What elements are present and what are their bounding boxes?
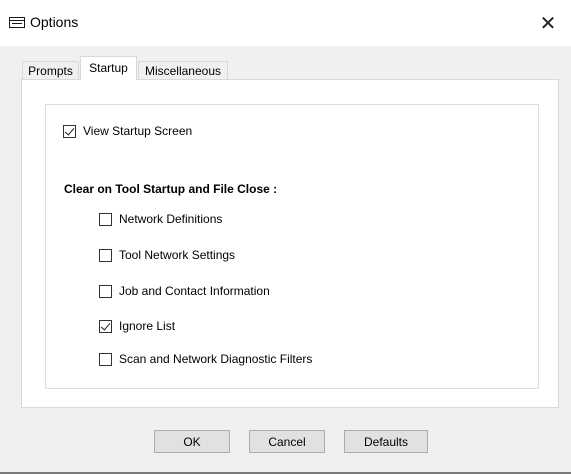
checkbox-box[interactable] — [99, 212, 112, 226]
clear-options-heading: Clear on Tool Startup and File Close : — [64, 182, 278, 196]
button-label: Cancel — [268, 434, 306, 449]
checkbox-box[interactable] — [63, 124, 76, 138]
window-icon — [9, 17, 25, 28]
scan-diagnostic-filters-checkbox[interactable]: Scan and Network Diagnostic Filters — [99, 351, 312, 367]
tab-label: Miscellaneous — [144, 64, 222, 78]
tool-network-settings-checkbox[interactable]: Tool Network Settings — [99, 247, 235, 263]
window-title: Options — [30, 14, 79, 30]
close-icon: ✕ — [539, 12, 557, 35]
tab-miscellaneous[interactable]: Miscellaneous — [138, 61, 228, 79]
checkbox-box[interactable] — [99, 319, 112, 333]
checkbox-box[interactable] — [99, 352, 112, 366]
checkbox-label: Ignore List — [119, 319, 176, 333]
ignore-list-checkbox[interactable]: Ignore List — [99, 318, 175, 334]
tab-prompts[interactable]: Prompts — [22, 61, 79, 79]
close-button[interactable]: ✕ — [525, 0, 571, 46]
network-definitions-checkbox[interactable]: Network Definitions — [99, 211, 222, 227]
job-contact-information-checkbox[interactable]: Job and Contact Information — [99, 283, 270, 299]
checkbox-label: View Startup Screen — [83, 124, 193, 138]
tab-label: Startup — [89, 61, 128, 75]
button-label: Defaults — [363, 434, 409, 449]
startup-tab-panel: View Startup Screen Clear on Tool Startu… — [21, 79, 559, 408]
cancel-button[interactable]: Cancel — [249, 430, 325, 453]
defaults-button[interactable]: Defaults — [344, 430, 428, 453]
checkbox-box[interactable] — [99, 248, 112, 262]
view-startup-screen-checkbox[interactable]: View Startup Screen — [63, 123, 192, 139]
checkbox-label: Tool Network Settings — [119, 248, 236, 262]
checkbox-label: Scan and Network Diagnostic Filters — [119, 352, 313, 366]
ok-button[interactable]: OK — [154, 430, 230, 453]
checkbox-label: Job and Contact Information — [119, 284, 270, 298]
title-bar: Options ✕ — [0, 0, 571, 46]
tab-label: Prompts — [28, 64, 73, 78]
button-label: OK — [183, 434, 201, 449]
checkbox-label: Network Definitions — [119, 212, 223, 226]
checkbox-box[interactable] — [99, 284, 112, 298]
tab-startup[interactable]: Startup — [80, 56, 137, 80]
